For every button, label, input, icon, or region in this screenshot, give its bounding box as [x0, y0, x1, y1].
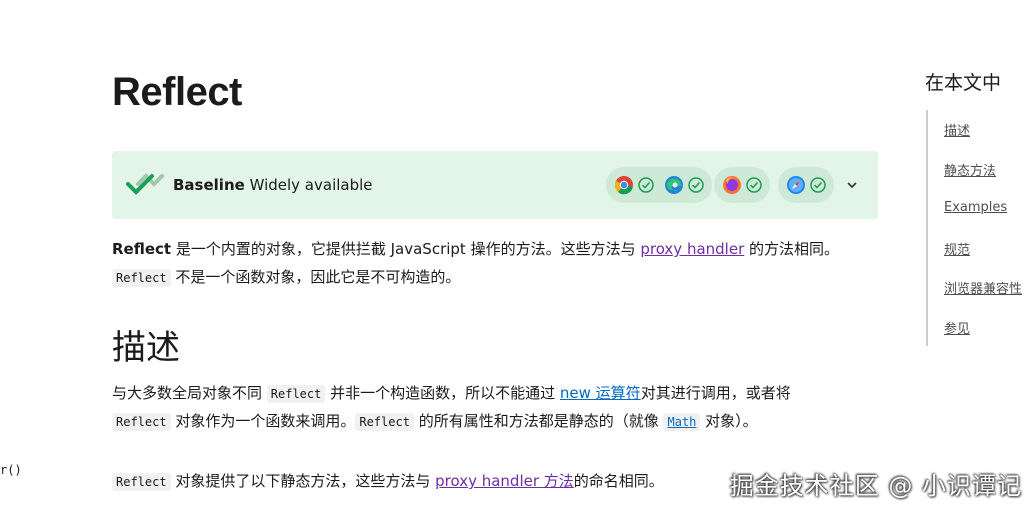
toc-title: 在本文中	[925, 72, 1002, 94]
intro-paragraph-2: Reflect 不是一个函数对象，因此它是不可构造的。	[112, 263, 460, 292]
baseline-label: Baseline Widely available	[173, 176, 373, 194]
safari-icon	[786, 175, 806, 195]
watermark: 掘金技术社区 @ 小识谭记	[729, 472, 1022, 500]
toc-nav: 描述 静态方法 Examples 规范 浏览器兼容性 参见	[926, 110, 1036, 346]
toc-item-examples[interactable]: Examples	[944, 200, 1007, 215]
proxy-handler-methods-link[interactable]: proxy handler 方法	[435, 472, 574, 490]
firefox-icon	[722, 175, 742, 195]
supported-check-icon	[688, 177, 704, 193]
intro-paragraph-1: Reflect 是一个内置的对象，它提供拦截 JavaScript 操作的方法。…	[112, 235, 839, 263]
desc-text-a: 与大多数全局对象不同	[112, 384, 267, 402]
baseline-status: Widely available	[249, 176, 373, 194]
reflect-code: Reflect	[266, 385, 326, 403]
toc-item-see-also[interactable]: 参见	[944, 318, 970, 337]
math-code: Math	[663, 413, 701, 431]
reflect-code: Reflect	[112, 413, 171, 431]
reflect-code: Reflect	[355, 413, 414, 431]
new-operator-link[interactable]: new 运算符	[560, 384, 641, 402]
reflect-code: Reflect	[112, 269, 171, 287]
toc-item-browser-compat[interactable]: 浏览器兼容性	[944, 278, 1022, 297]
browser-pill-safari[interactable]	[778, 167, 834, 203]
intro-text-b: 的方法相同。	[744, 240, 840, 258]
math-link[interactable]: Math	[663, 412, 701, 431]
proxy-handler-link[interactable]: proxy handler	[640, 240, 744, 258]
baseline-check-icon	[126, 172, 166, 200]
section-heading-description: 描述	[112, 328, 180, 368]
toc-item-specifications[interactable]: 规范	[944, 239, 970, 258]
desc-line-2: Reflect 对象作为一个函数来调用。 Reflect 的所有属性和方法都是静态…	[112, 407, 758, 436]
supported-check-icon	[638, 177, 654, 193]
baseline-banner: Baseline Widely available	[112, 151, 878, 219]
intro-text-c: 不是一个函数对象，因此它是不可构造的。	[170, 268, 461, 286]
reflect-code: Reflect	[112, 473, 171, 491]
desc-line-3: Reflect 对象提供了以下静态方法，这些方法与 proxy handler …	[112, 467, 664, 496]
toc-item-description[interactable]: 描述	[944, 120, 970, 139]
baseline-bold: Baseline	[173, 176, 245, 194]
left-code-fragment: r()	[0, 463, 22, 477]
edge-icon	[664, 175, 684, 195]
desc-text-h: 的命名相同。	[573, 472, 664, 490]
desc-text-b: 并非一个构造函数，所以不能通过	[325, 384, 560, 402]
desc-text-g: 对象提供了以下静态方法，这些方法与	[170, 472, 436, 490]
chrome-icon	[614, 175, 634, 195]
intro-reflect-bold: Reflect	[112, 240, 172, 258]
intro-text-a: 是一个内置的对象，它提供拦截 JavaScript 操作的方法。这些方法与	[171, 240, 641, 258]
supported-check-icon	[810, 177, 826, 193]
browser-pill-chrome-edge[interactable]	[606, 167, 712, 203]
page-title: Reflect	[112, 70, 242, 114]
desc-text-e: 的所有属性和方法都是静态的（就像	[413, 412, 664, 430]
browser-pill-firefox[interactable]	[714, 167, 770, 203]
desc-text-d: 对象作为一个函数来调用。	[170, 412, 356, 430]
chevron-down-icon[interactable]	[845, 177, 859, 196]
toc-item-static-methods[interactable]: 静态方法	[944, 160, 996, 179]
desc-text-c: 对其进行调用，或者将	[640, 384, 791, 402]
desc-line-1: 与大多数全局对象不同 Reflect 并非一个构造函数，所以不能通过 new 运…	[112, 379, 791, 408]
supported-check-icon	[746, 177, 762, 193]
desc-text-f: 对象）。	[700, 412, 758, 430]
